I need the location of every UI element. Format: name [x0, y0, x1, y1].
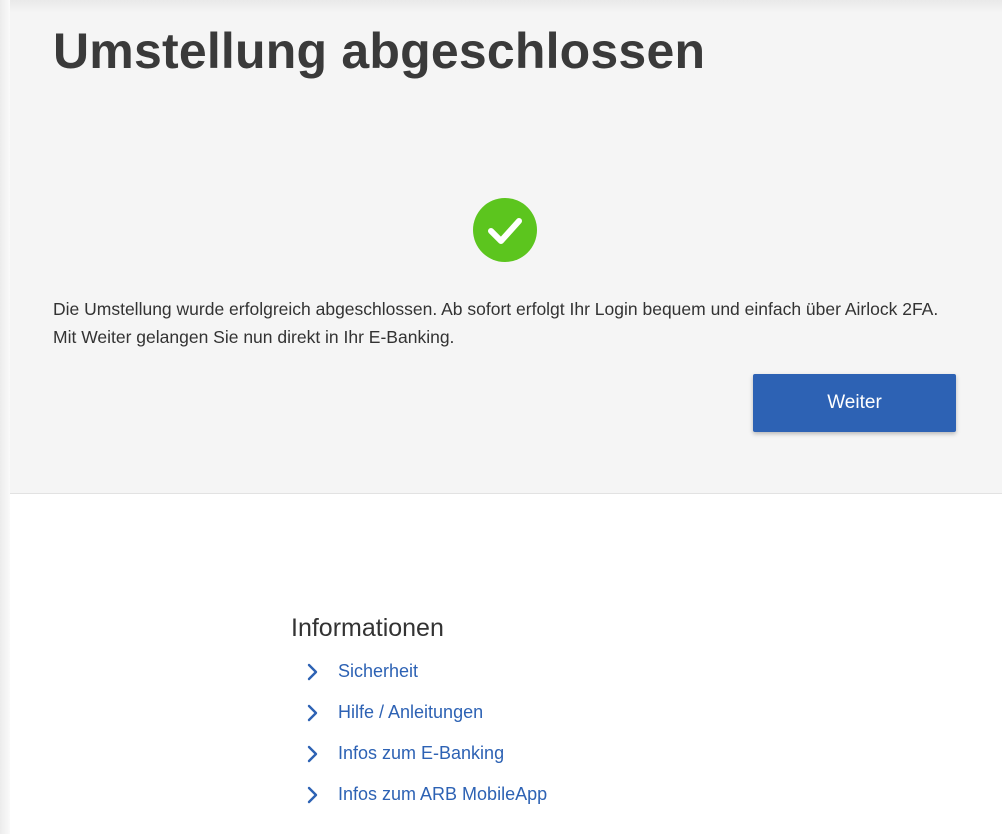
info-link-mobileapp[interactable]: Infos zum ARB MobileApp: [291, 774, 547, 815]
confirmation-panel: Umstellung abgeschlossen Die Umstellung …: [10, 12, 1002, 494]
info-section: Informationen Sicherheit Hilfe / Anleitu…: [291, 611, 547, 815]
info-heading: Informationen: [291, 614, 444, 642]
info-link-label[interactable]: Hilfe / Anleitungen: [338, 702, 483, 723]
chevron-right-icon: [307, 745, 318, 762]
info-link-label[interactable]: Infos zum ARB MobileApp: [338, 784, 547, 805]
chevron-right-icon: [307, 704, 318, 721]
page: Umstellung abgeschlossen Die Umstellung …: [0, 0, 1002, 834]
info-link-list: Sicherheit Hilfe / Anleitungen Infos zum…: [291, 651, 547, 815]
success-check-icon: [473, 198, 537, 262]
info-link-label[interactable]: Sicherheit: [338, 661, 418, 682]
info-link-ebanking[interactable]: Infos zum E-Banking: [291, 733, 547, 774]
continue-button[interactable]: Weiter: [753, 374, 956, 432]
left-shadow: [0, 0, 10, 834]
chevron-right-icon: [307, 786, 318, 803]
info-link-label[interactable]: Infos zum E-Banking: [338, 743, 504, 764]
chevron-right-icon: [307, 663, 318, 680]
info-link-help[interactable]: Hilfe / Anleitungen: [291, 692, 547, 733]
info-link-security[interactable]: Sicherheit: [291, 651, 547, 692]
success-message: Die Umstellung wurde erfolgreich abgesch…: [53, 299, 939, 347]
page-title: Umstellung abgeschlossen: [53, 23, 706, 79]
top-shadow: [0, 0, 1002, 12]
